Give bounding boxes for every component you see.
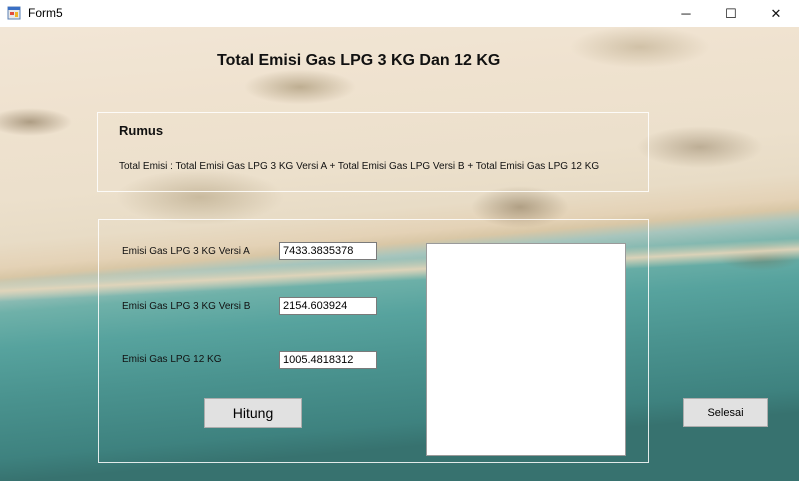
minimize-button[interactable]: ─ xyxy=(663,0,709,27)
rumus-groupbox xyxy=(97,112,649,192)
input-12kg[interactable] xyxy=(279,351,377,369)
input-versi-b[interactable] xyxy=(279,297,377,315)
label-versi-b: Emisi Gas LPG 3 KG Versi B xyxy=(122,301,251,312)
form-heading: Total Emisi Gas LPG 3 KG Dan 12 KG xyxy=(217,52,501,69)
label-12kg: Emisi Gas LPG 12 KG xyxy=(122,354,222,365)
title-bar: Form5 ─ ☐ ✕ xyxy=(0,0,799,27)
minimize-icon: ─ xyxy=(681,6,691,21)
hitung-button[interactable]: Hitung xyxy=(204,398,302,428)
label-versi-a: Emisi Gas LPG 3 KG Versi A xyxy=(122,246,250,257)
form-client-area: Total Emisi Gas LPG 3 KG Dan 12 KG Rumus… xyxy=(0,27,799,481)
selesai-button[interactable]: Selesai xyxy=(683,398,768,427)
rumus-title: Rumus xyxy=(119,123,164,138)
window-title: Form5 xyxy=(28,6,63,20)
form-app-icon xyxy=(7,6,21,20)
rumus-formula: Total Emisi : Total Emisi Gas LPG 3 KG V… xyxy=(119,161,600,172)
input-versi-a[interactable] xyxy=(279,242,377,260)
result-textarea[interactable] xyxy=(426,243,626,456)
maximize-button[interactable]: ☐ xyxy=(708,0,754,27)
close-button[interactable]: ✕ xyxy=(753,0,799,27)
close-icon: ✕ xyxy=(770,5,782,21)
maximize-icon: ☐ xyxy=(725,5,737,21)
